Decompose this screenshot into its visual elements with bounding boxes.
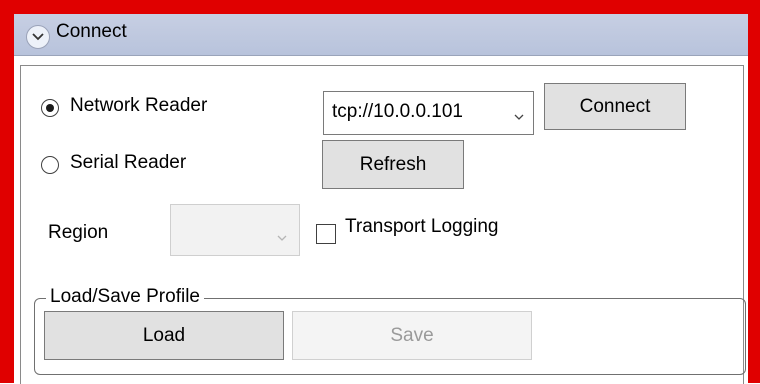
chevron-down-icon[interactable]: [26, 25, 50, 49]
radio-selected-dot: [46, 104, 54, 112]
serial-reader-label[interactable]: Serial Reader: [70, 152, 186, 174]
transport-logging-label[interactable]: Transport Logging: [345, 216, 499, 238]
connect-button[interactable]: Connect: [544, 83, 686, 130]
serial-reader-radio[interactable]: [41, 156, 59, 174]
chevron-down-icon: [277, 226, 287, 248]
chevron-down-icon: [514, 105, 524, 127]
save-profile-button[interactable]: Save: [292, 311, 532, 360]
transport-logging-checkbox[interactable]: [316, 224, 336, 244]
load-profile-button[interactable]: Load: [44, 311, 284, 360]
region-label: Region: [48, 222, 109, 243]
connect-section-header[interactable]: Connect: [14, 14, 748, 56]
connect-panel-container: Connect Network Reader Serial Reader tcp…: [14, 14, 748, 384]
region-dropdown[interactable]: [170, 204, 300, 256]
reader-address-value: tcp://10.0.0.101: [332, 101, 463, 122]
network-reader-radio[interactable]: [41, 99, 59, 117]
network-reader-label[interactable]: Network Reader: [70, 95, 207, 117]
section-title: Connect: [56, 21, 127, 42]
profile-group-legend: Load/Save Profile: [46, 286, 204, 308]
refresh-button[interactable]: Refresh: [322, 140, 464, 189]
reader-address-dropdown[interactable]: tcp://10.0.0.101: [323, 91, 534, 135]
